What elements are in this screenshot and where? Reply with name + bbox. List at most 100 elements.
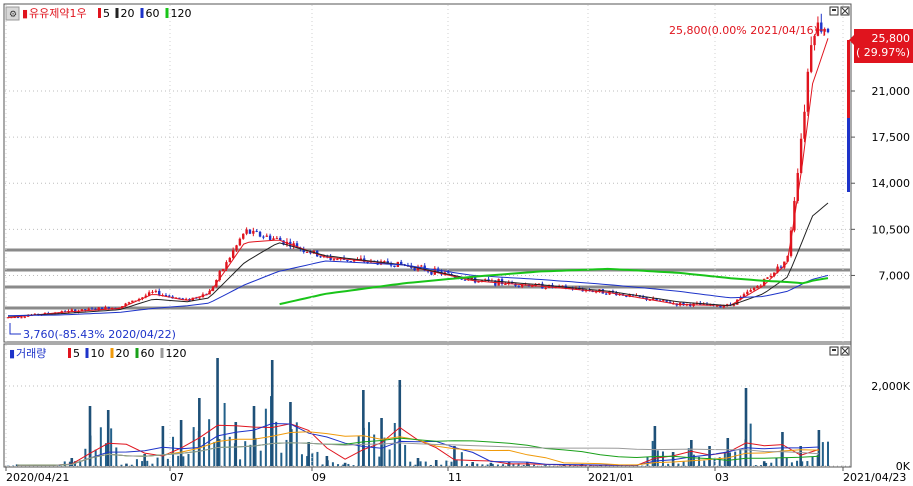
volume-bar [64,461,66,466]
volume-bar [420,461,422,466]
x-tick-label: 03 [715,471,729,483]
volume-bar [188,454,190,466]
legend-swatch [136,348,139,358]
legend-swatch [166,8,169,18]
volume-bar [358,436,360,466]
day-range-down [847,118,850,192]
volume-bar [383,438,385,466]
volume-bar [456,460,458,466]
candle-body [400,262,402,264]
volume-bar [398,380,401,466]
candle-body [420,266,422,267]
price-panel [4,4,851,342]
current-price-value: 25,800 [872,32,911,45]
candle-body [346,260,348,261]
volume-bar [213,442,215,466]
volume-bar [275,422,277,466]
candle-body [531,286,533,287]
legend-swatch [86,348,89,358]
volume-bar [141,461,143,466]
volume-bar [430,465,432,466]
volume-bar [157,458,159,466]
volume-bar [476,464,478,466]
volume-bar [289,402,292,466]
candle-body [91,309,93,310]
high-annotation: 25,800(0.00% 2021/04/16) [669,24,818,37]
volume-panel [4,344,851,467]
legend-label: 20 [121,7,135,20]
volume-bar [703,461,705,466]
volume-bar [394,423,396,466]
candle-body [249,230,251,234]
candle-body [813,36,815,45]
candle-body [20,317,22,318]
volume-bar [677,464,679,466]
candle-body [827,29,829,32]
candle-body [269,236,271,240]
volume-bar [734,452,736,466]
volume-bar [812,457,814,466]
volume-bar [781,432,784,466]
x-tick-label: 2021/01 [588,471,634,483]
candle-body [336,259,338,260]
price-title: 유유제약1우 [29,6,87,20]
candle-body [155,291,157,292]
volume-bar [497,465,499,466]
volume-bar [806,461,808,466]
volume-bar [533,465,535,466]
volume-bar [311,453,313,466]
x-tick-label: 09 [312,471,326,483]
volume-bar [115,447,117,466]
volume-bar [827,442,829,466]
candle-body [131,301,133,303]
candle-body [746,292,748,294]
volume-bar [136,459,138,466]
volume-tick-label: 2,000K [871,380,910,393]
volume-bar [750,424,752,466]
volume-bar [216,358,219,466]
legend-swatch [141,8,144,18]
volume-bar [729,452,731,466]
legend-label: 5 [73,347,80,360]
candle-body [17,317,19,318]
candle-body [750,290,752,292]
candle-body [605,294,607,295]
candle-body [333,259,335,260]
volume-bar [461,452,463,466]
volume-bar [544,465,547,466]
volume-bar [193,427,195,466]
volume-bar [471,462,474,466]
volume-bar [481,464,483,466]
volume-bar [280,453,282,466]
volume-bar [654,426,657,466]
volume-bar [445,461,447,466]
volume-bar [353,465,355,466]
legend-label: 120 [171,7,192,20]
volume-bar [285,440,287,466]
candle-body [262,237,264,238]
volume-bar [167,459,169,466]
volume-bar [296,422,298,466]
volume-bar [95,450,97,466]
x-tick-label: 07 [170,471,184,483]
volume-bar [307,442,310,466]
volume-bar [490,463,493,466]
candle-body [504,284,506,285]
legend-swatch [161,348,164,358]
legend-swatch [111,348,114,358]
candle-body [803,112,805,139]
candle-body [128,302,130,303]
price-y-ticks: 7,00010,50014,00017,50021,000 [851,85,910,282]
legend-swatch [98,8,101,18]
volume-bar [322,464,324,466]
candle-body [383,261,385,262]
price-tick-label: 10,500 [872,223,911,236]
candle-body [84,309,86,310]
volume-bar [337,464,339,466]
legend-label: 20 [116,347,130,360]
volume-bar [690,440,693,466]
legend-swatch [68,348,71,358]
volume-bar [151,464,153,466]
legend-label: 10 [91,347,105,360]
candle-body [766,277,768,278]
